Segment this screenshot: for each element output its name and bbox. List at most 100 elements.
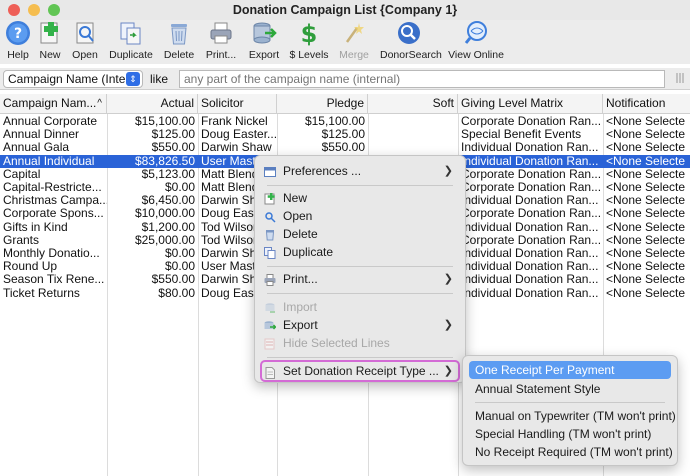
menu-item-label: Delete (283, 227, 318, 241)
menu-item-preferences[interactable]: Preferences ... ❯ (261, 162, 459, 180)
column-title: Campaign Nam... (3, 96, 97, 110)
column-header-giving-level-matrix[interactable]: Giving Level Matrix (458, 94, 603, 114)
donorsearch-button[interactable]: DonorSearch (380, 20, 442, 64)
cell-actual: $0.00 (164, 181, 195, 194)
cell-pledge: $15,100.00 (304, 115, 365, 128)
receipt-type-icon (264, 365, 276, 379)
cell-actual: $0.00 (164, 260, 195, 274)
cell-giving-level-matrix: Individual Donation Ran... (461, 194, 599, 208)
menu-item-set-donation-receipt-type[interactable]: Set Donation Receipt Type ... ❯ (260, 360, 460, 382)
new-small-icon (264, 192, 276, 205)
column-header-soft[interactable]: Soft (368, 94, 458, 114)
dollar-levels-icon: $ (296, 20, 322, 48)
window-title: Donation Campaign List {Company 1} (232, 3, 458, 17)
delete-button[interactable]: Delete (163, 20, 195, 64)
cell-giving-level-matrix: Individual Donation Ran... (461, 247, 599, 260)
table-row[interactable]: Annual Corporate $15,100.00 Frank Nickel $1… (0, 115, 690, 128)
cell-actual: $6,450.00 (141, 194, 195, 208)
submenu-item-special-handling[interactable]: Special Handling (TM won't print) (469, 425, 671, 443)
search-field-value: Campaign Name (Inte... (8, 72, 136, 86)
cell-actual: $125.00 (151, 128, 195, 142)
column-header-notification[interactable]: Notification (603, 94, 690, 114)
menu-item-label: Duplicate (283, 245, 334, 259)
menu-item-label: Preferences ... (283, 164, 362, 178)
cell-notification: <None Selecte (606, 181, 686, 194)
hide-lines-icon (264, 337, 276, 350)
cell-notification: <None Selecte (606, 128, 686, 142)
menu-item-duplicate[interactable]: Duplicate (261, 243, 459, 261)
toolbar: ? Help New Open Duplicate Delete Print..… (0, 20, 690, 64)
table-row[interactable]: Annual Dinner $125.00 Doug Easter... $125.0… (0, 128, 690, 141)
cell-soft (368, 128, 458, 141)
cell-giving-level-matrix: Corporate Donation Ran... (461, 207, 602, 221)
submenu-item-manual-on-typewriter[interactable]: Manual on Typewriter (TM won't print) (469, 407, 676, 425)
menu-item-print[interactable]: Print... ❯ (261, 270, 459, 288)
cell-giving-level-matrix: Individual Donation Ran... (461, 286, 599, 300)
cell-actual: $550.00 (151, 273, 195, 287)
submenu-arrow-icon: ❯ (443, 165, 453, 177)
menu-item-label: Open (283, 209, 313, 223)
levels-button[interactable]: $ $ Levels (289, 20, 329, 64)
submenu-arrow-icon: ❯ (443, 319, 453, 331)
cell-campaign-name: Annual Dinner (3, 128, 80, 142)
menu-item-delete[interactable]: Delete (261, 225, 459, 243)
search-input[interactable] (179, 70, 665, 88)
open-button[interactable]: Open (70, 20, 100, 64)
menu-separator (267, 185, 453, 186)
cell-campaign-name: Season Tix Rene... (3, 273, 105, 287)
table-row[interactable]: Annual Gala $550.00 Darwin Shaw $550.00 Indi… (0, 141, 690, 154)
column-header-campaign-name[interactable]: Campaign Nam... ^ (0, 94, 107, 114)
cell-actual: $10,000.00 (134, 207, 195, 221)
cell-campaign-name: Gifts in Kind (3, 220, 68, 234)
cell-campaign-name: Ticket Returns (3, 286, 80, 300)
duplicate-label: Duplicate (109, 49, 153, 61)
resize-grip-icon[interactable] (674, 71, 686, 85)
donorsearch-label: DonorSearch (380, 49, 442, 61)
delete-icon (166, 20, 192, 46)
cell-giving-level-matrix: Special Benefit Events (461, 128, 582, 142)
duplicate-button[interactable]: Duplicate (108, 20, 154, 64)
menu-separator (267, 357, 453, 358)
cell-campaign-name: Annual Gala (3, 141, 70, 155)
new-button[interactable]: New (37, 20, 63, 64)
cell-actual: $25,000.00 (134, 233, 195, 247)
cell-campaign-name: Capital (3, 167, 41, 181)
filter-bar: Campaign Name (Inte... ⇕ like (0, 68, 690, 90)
menu-item-label: New (283, 191, 308, 205)
help-label: Help (7, 49, 29, 61)
help-icon: ? (5, 20, 31, 46)
column-header-actual[interactable]: Actual (107, 94, 198, 114)
menu-item-export[interactable]: Export ❯ (261, 316, 459, 334)
merge-button[interactable]: Merge (337, 20, 371, 64)
menu-item-new[interactable]: New (261, 189, 459, 207)
column-header-pledge[interactable]: Pledge (277, 94, 368, 114)
duplicate-small-icon (264, 246, 276, 259)
import-icon (264, 301, 276, 313)
export-label: Export (248, 49, 280, 61)
view-online-button[interactable]: View Online (448, 20, 504, 64)
menu-separator (475, 402, 665, 403)
cell-pledge: $125.00 (321, 128, 365, 142)
export-icon (251, 20, 277, 46)
export-button[interactable]: Export (247, 20, 281, 64)
menu-item-import[interactable]: Import (261, 298, 459, 316)
submenu-item-one-receipt-per-payment[interactable]: One Receipt Per Payment (469, 361, 671, 379)
submenu-item-no-receipt-required[interactable]: No Receipt Required (TM won't print) (469, 443, 673, 461)
submenu-arrow-icon: ❯ (443, 273, 453, 285)
print-button[interactable]: Print... (203, 20, 239, 64)
submenu-item-annual-statement-style[interactable]: Annual Statement Style (469, 380, 671, 398)
help-button[interactable]: ? Help (3, 20, 33, 64)
cell-notification: <None Selecte (606, 233, 686, 247)
search-field-select[interactable]: Campaign Name (Inte... ⇕ (3, 70, 143, 88)
menu-item-hide-selected-lines[interactable]: Hide Selected Lines (261, 334, 459, 352)
svg-text:?: ? (14, 26, 22, 42)
cell-notification: <None Selecte (606, 207, 686, 221)
donorsearch-icon (396, 20, 422, 46)
cell-campaign-name: Corporate Spons... (3, 207, 104, 221)
column-header-solicitor[interactable]: Solicitor (198, 94, 277, 114)
cell-notification: <None Selecte (606, 194, 686, 208)
menu-item-open[interactable]: Open (261, 207, 459, 225)
menu-separator (267, 293, 453, 294)
cell-soft (368, 141, 458, 154)
cell-actual: $80.00 (158, 286, 195, 300)
